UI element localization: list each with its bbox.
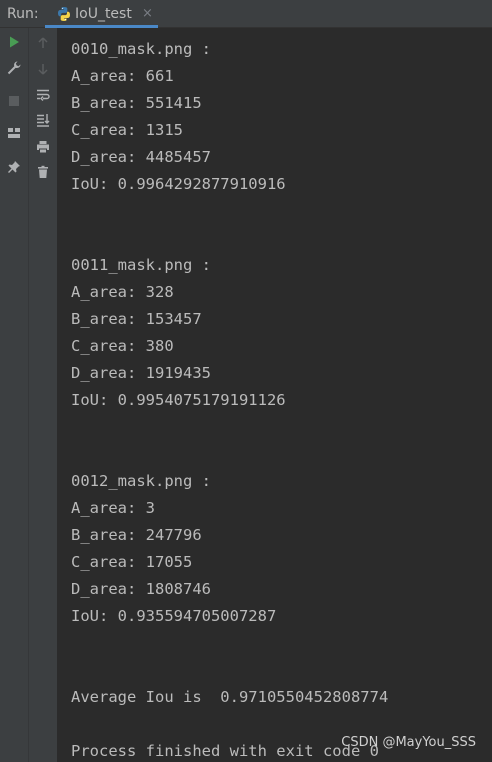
wrench-icon[interactable] bbox=[4, 58, 24, 78]
soft-wrap-icon[interactable] bbox=[33, 85, 53, 105]
tab-iou-test[interactable]: IoU_test × bbox=[45, 0, 158, 28]
left-toolbar bbox=[0, 28, 28, 762]
stop-icon[interactable] bbox=[4, 91, 24, 111]
arrow-down-icon[interactable] bbox=[33, 59, 53, 79]
run-icon[interactable] bbox=[4, 32, 24, 52]
console-output[interactable]: 0010_mask.png : A_area: 661 B_area: 5514… bbox=[58, 28, 492, 762]
run-label: Run: bbox=[7, 6, 39, 22]
console-line: IoU: 0.9954075179191126 bbox=[71, 391, 286, 409]
console-line: 0011_mask.png : bbox=[71, 256, 211, 274]
run-header: Run: IoU_test × bbox=[0, 0, 492, 28]
console-line: 0010_mask.png : bbox=[71, 40, 211, 58]
pin-icon[interactable] bbox=[4, 157, 24, 177]
console-line: C_area: 380 bbox=[71, 337, 174, 355]
console-line: A_area: 661 bbox=[71, 67, 174, 85]
right-toolbar bbox=[28, 28, 57, 762]
console-line: B_area: 153457 bbox=[71, 310, 202, 328]
console-line: C_area: 17055 bbox=[71, 553, 193, 571]
scroll-to-end-icon[interactable] bbox=[33, 110, 53, 130]
console-line: A_area: 3 bbox=[71, 499, 155, 517]
trash-icon[interactable] bbox=[33, 162, 53, 182]
console-line: B_area: 247796 bbox=[71, 526, 202, 544]
console-line: D_area: 1808746 bbox=[71, 580, 211, 598]
console-line: IoU: 0.9964292877910916 bbox=[71, 175, 286, 193]
console-line: IoU: 0.935594705007287 bbox=[71, 607, 277, 625]
console-line: A_area: 328 bbox=[71, 283, 174, 301]
run-tool-window: Run: IoU_test × 0010_mask.png: A_area: … bbox=[0, 0, 492, 762]
console-line: Average Iou is 0.9710550452808774 bbox=[71, 688, 389, 706]
console-line: B_area: 551415 bbox=[71, 94, 202, 112]
console-line: 0012_mask.png : bbox=[71, 472, 211, 490]
layout-icon[interactable] bbox=[4, 123, 24, 143]
console-line: D_area: 1919435 bbox=[71, 364, 211, 382]
print-icon[interactable] bbox=[33, 137, 53, 157]
close-icon[interactable]: × bbox=[142, 6, 153, 22]
console-line: D_area: 4485457 bbox=[71, 148, 211, 166]
watermark: CSDN @MayYou_SSS bbox=[341, 735, 476, 750]
console-line: C_area: 1315 bbox=[71, 121, 183, 139]
tab-label: IoU_test bbox=[75, 6, 132, 22]
arrow-up-icon[interactable] bbox=[33, 33, 53, 53]
console-line: Process finished with exit code 0 bbox=[71, 742, 379, 760]
python-icon bbox=[56, 6, 72, 22]
